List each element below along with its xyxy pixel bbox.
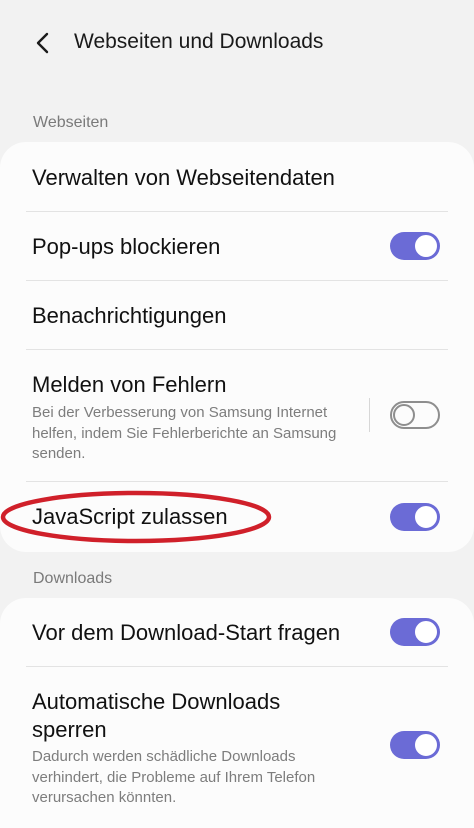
block-popups-toggle[interactable] (390, 232, 440, 260)
setting-notifications[interactable]: Benachrichtigungen (0, 281, 474, 350)
toggle-knob (393, 404, 415, 426)
chevron-left-icon (36, 32, 49, 54)
setting-title: Benachrichtigungen (32, 303, 227, 328)
app-bar: Webseiten und Downloads (0, 0, 474, 86)
setting-allow-javascript[interactable]: JavaScript zulassen (0, 482, 474, 552)
setting-report-errors[interactable]: Melden von Fehlern Bei der Verbesserung … (0, 350, 474, 482)
block-auto-downloads-toggle[interactable] (390, 731, 440, 759)
setting-title: Pop-ups blockieren (32, 234, 221, 259)
setting-description: Bei der Verbesserung von Samsung Interne… (32, 404, 337, 462)
setting-title: Vor dem Download-Start fragen (32, 620, 341, 645)
toggle-knob (413, 233, 439, 259)
ask-before-download-toggle[interactable] (390, 618, 440, 646)
setting-manage-website-data[interactable]: Verwalten von Webseitendaten (0, 142, 474, 212)
toggle-knob (413, 504, 439, 530)
setting-description: Dadurch werden schädliche Downloads verh… (32, 748, 316, 806)
downloads-card: Vor dem Download-Start fragen Automatisc… (0, 598, 474, 828)
setting-title: Melden von Fehlern (32, 372, 227, 397)
toggle-knob (413, 619, 439, 645)
setting-block-auto-downloads[interactable]: Automatische Downloads sperren Dadurch w… (0, 667, 474, 817)
section-label-webpages: Webseiten (33, 114, 109, 131)
page-title: Webseiten und Downloads (74, 30, 324, 53)
report-errors-toggle[interactable] (390, 401, 440, 429)
setting-block-popups[interactable]: Pop-ups blockieren (0, 212, 474, 281)
allow-javascript-toggle[interactable] (390, 503, 440, 531)
webpages-card: Verwalten von Webseitendaten Pop-ups blo… (0, 142, 474, 552)
setting-ask-before-download[interactable]: Vor dem Download-Start fragen (0, 598, 474, 667)
setting-title: Verwalten von Webseitendaten (32, 165, 335, 190)
section-label-downloads: Downloads (33, 570, 113, 587)
back-button[interactable] (26, 26, 60, 60)
toggle-knob (413, 732, 439, 758)
setting-title: JavaScript zulassen (32, 504, 228, 529)
vertical-separator (369, 398, 370, 432)
setting-title: Automatische Downloads sperren (32, 689, 281, 742)
